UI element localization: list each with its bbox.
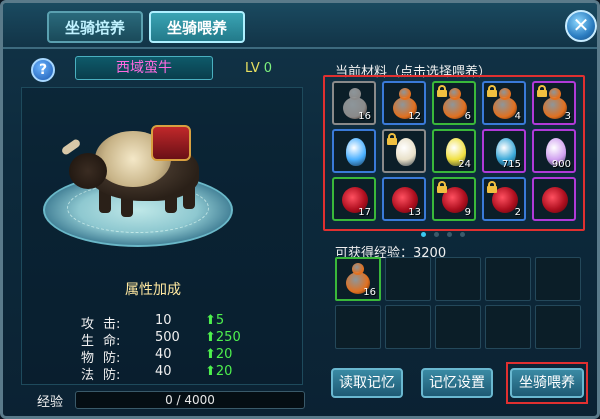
feed-slot[interactable] — [485, 305, 531, 349]
material-slot[interactable]: 6 — [432, 81, 476, 125]
tab-mount-train[interactable]: 坐骑培养 — [47, 11, 143, 43]
material-slot[interactable]: 3 — [532, 81, 576, 125]
material-slot[interactable] — [532, 177, 576, 221]
rose-icon — [540, 184, 570, 216]
attr-increase-value: 20 — [215, 364, 233, 379]
page-dot[interactable] — [421, 232, 426, 237]
help-icon[interactable]: ? — [31, 58, 55, 82]
level-value: 0 — [263, 61, 272, 76]
attr-increase: ⬆20 — [205, 347, 265, 362]
attr-key: 法 — [81, 368, 95, 383]
feed-slot[interactable] — [485, 257, 531, 301]
mount-level: LV 0 — [245, 61, 272, 76]
material-slot[interactable]: 13 — [382, 177, 426, 221]
material-slot[interactable]: 17 — [332, 177, 376, 221]
feed-slot[interactable] — [435, 305, 481, 349]
up-arrow-icon: ⬆ — [205, 313, 216, 328]
material-slot[interactable]: 24 — [432, 129, 476, 173]
lock-icon — [487, 181, 497, 193]
attr-increase: ⬆5 — [205, 313, 265, 328]
attr-row-mdef: 法防: 40 ⬆20 — [81, 364, 232, 383]
feed-slot[interactable] — [385, 305, 431, 349]
lock-icon — [487, 85, 497, 97]
material-qty: 715 — [501, 159, 521, 170]
up-arrow-icon: ⬆ — [205, 347, 216, 362]
attributes-title: 属性加成 — [125, 282, 181, 298]
exp-label: 经验 — [37, 395, 64, 410]
attr-value: 500 — [155, 330, 180, 345]
page-dot[interactable] — [460, 232, 465, 237]
feed-slot[interactable] — [535, 257, 581, 301]
material-qty: 9 — [464, 207, 471, 218]
material-slot[interactable]: 900 — [532, 129, 576, 173]
attr-increase: ⬆250 — [205, 330, 265, 345]
egg-icon — [340, 136, 370, 168]
material-qty: 2 — [514, 207, 521, 218]
lock-icon — [387, 133, 397, 145]
mount-feed-panel: 坐骑培养 坐骑喂养 ✕ ? 西域蛮牛 LV 0 属性加成 攻击: 10 ⬆5 生命… — [0, 0, 600, 419]
feed-qty: 16 — [363, 287, 376, 298]
material-slot[interactable]: 4 — [482, 81, 526, 125]
feed-slot[interactable] — [435, 257, 481, 301]
ox-saddle — [151, 125, 191, 161]
level-label: LV — [245, 61, 260, 76]
ox-head — [69, 153, 107, 189]
load-memory-button[interactable]: 读取记忆 — [331, 368, 403, 398]
material-slot[interactable]: 9 — [432, 177, 476, 221]
material-slot[interactable]: 16 — [332, 81, 376, 125]
up-arrow-icon: ⬆ — [205, 364, 216, 379]
feed-mount-button[interactable]: 坐骑喂养 — [510, 368, 584, 398]
attr-increase-value: 5 — [215, 313, 225, 328]
material-slot[interactable] — [332, 129, 376, 173]
mount-name: 西域蛮牛 — [75, 56, 213, 80]
attr-value: 40 — [155, 347, 172, 362]
page-dots — [421, 222, 473, 241]
feed-slot[interactable] — [535, 305, 581, 349]
material-qty: 24 — [458, 159, 471, 170]
material-qty: 3 — [564, 111, 571, 122]
feed-slot[interactable] — [385, 257, 431, 301]
material-slot[interactable] — [382, 129, 426, 173]
attr-value: 40 — [155, 364, 172, 379]
material-qty: 6 — [464, 111, 471, 122]
lock-icon — [537, 85, 547, 97]
material-qty: 13 — [408, 207, 421, 218]
material-slot[interactable]: 12 — [382, 81, 426, 125]
attr-increase-value: 20 — [215, 347, 233, 362]
material-qty: 900 — [551, 159, 571, 170]
page-dot[interactable] — [434, 232, 439, 237]
feed-slot[interactable]: 16 — [335, 257, 381, 301]
materials-grid: 16 12 6 4 3 24 715 900 17 13 9 2 — [332, 81, 576, 221]
tab-mount-feed[interactable]: 坐骑喂养 — [149, 11, 245, 43]
page-dot[interactable] — [447, 232, 452, 237]
feed-slots-grid: 16 — [335, 257, 581, 349]
memory-settings-button[interactable]: 记忆设置 — [421, 368, 493, 398]
exp-bar: 0 / 4000 — [75, 391, 305, 409]
attr-increase: ⬆20 — [205, 364, 265, 379]
material-qty: 4 — [514, 111, 521, 122]
attr-value: 10 — [155, 313, 172, 328]
attr-increase-value: 250 — [215, 330, 241, 345]
close-icon[interactable]: ✕ — [565, 10, 597, 42]
material-slot[interactable]: 2 — [482, 177, 526, 221]
attr-key2: 防: — [103, 368, 121, 383]
material-slot[interactable]: 715 — [482, 129, 526, 173]
feed-slot[interactable] — [335, 305, 381, 349]
lock-icon — [437, 181, 447, 193]
material-qty: 16 — [358, 111, 371, 122]
material-qty: 17 — [358, 207, 371, 218]
material-qty: 12 — [408, 111, 421, 122]
up-arrow-icon: ⬆ — [205, 330, 216, 345]
lock-icon — [437, 85, 447, 97]
